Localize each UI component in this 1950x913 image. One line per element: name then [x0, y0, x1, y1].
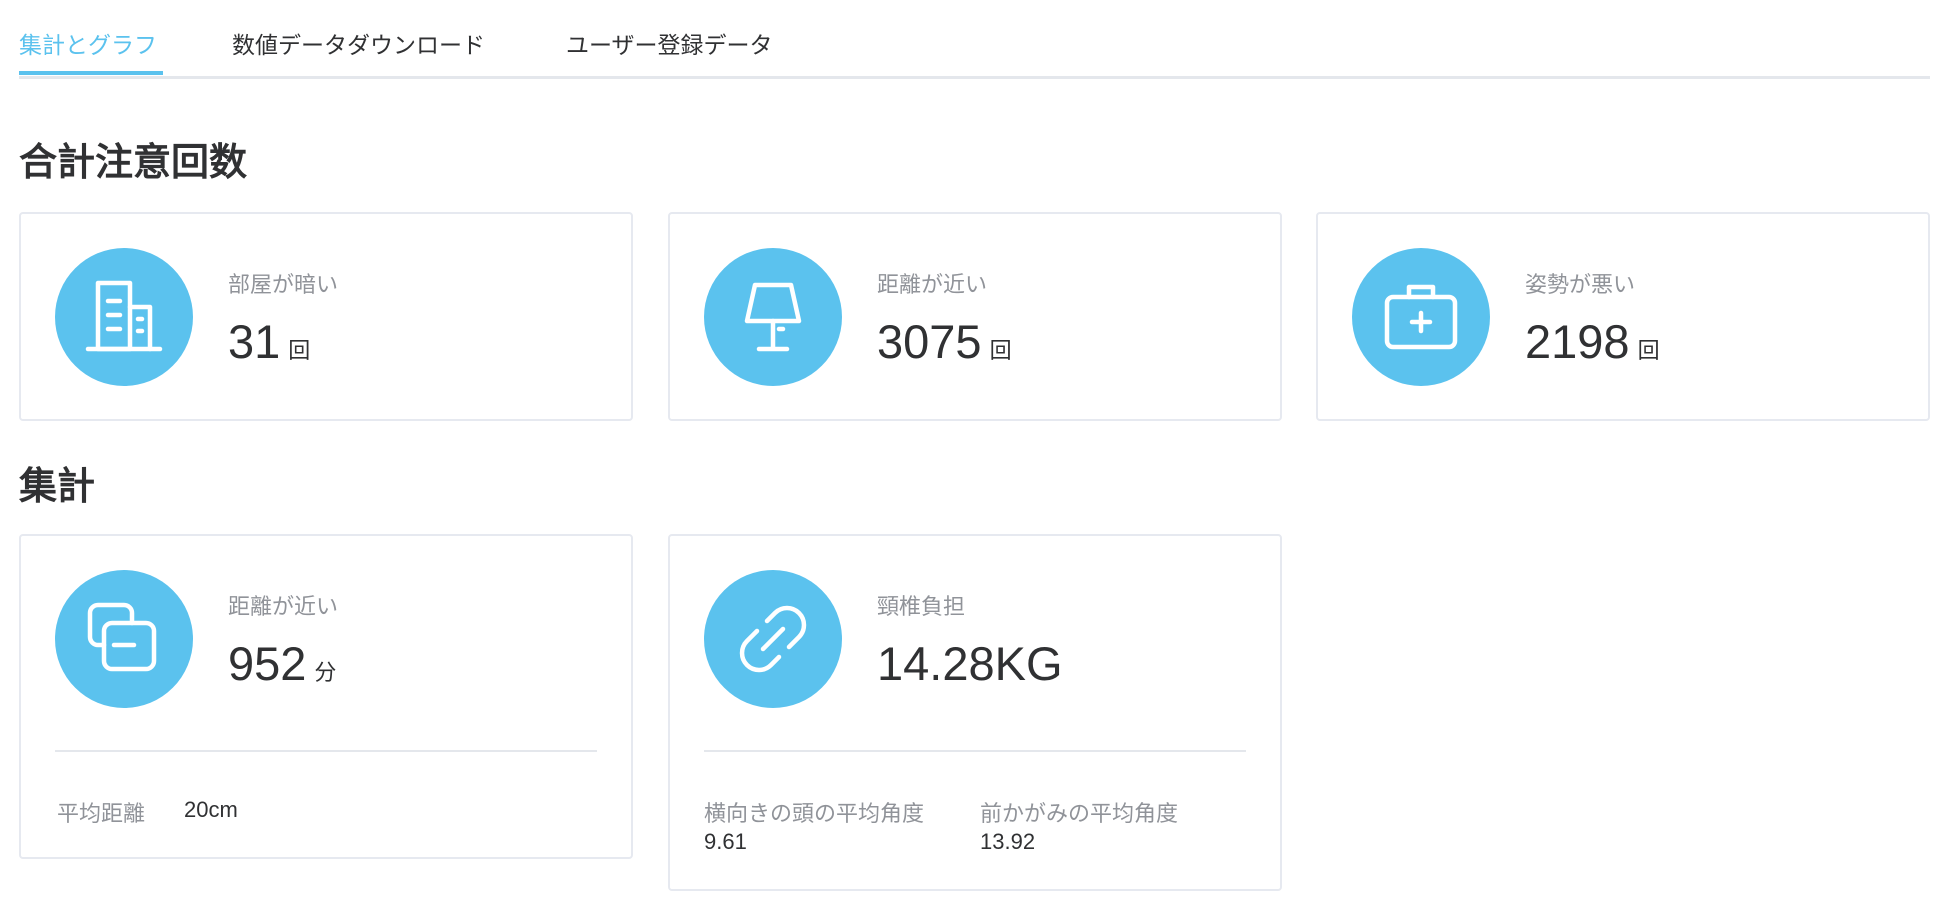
stat-value: 2198 回: [1525, 314, 1660, 369]
stat-value: 952 分: [228, 636, 336, 691]
icon-circle: [704, 570, 842, 708]
stat-unit: 回: [288, 339, 311, 364]
section-title-total-warnings: 合計注意回数: [19, 140, 248, 184]
avg-distance-label: 平均距離: [57, 802, 146, 827]
tab-bar: 集計とグラフ 数値データダウンロード ユーザー登録データ: [19, 0, 1930, 79]
stat-label: 距離が近い: [877, 273, 988, 298]
tab-summary-graph[interactable]: 集計とグラフ: [19, 26, 157, 60]
tab-numeric-download[interactable]: 数値データダウンロード: [232, 26, 485, 60]
stat-card-close-distance: 距離が近い 3075 回: [668, 212, 1282, 421]
stat-value: 3075 回: [877, 314, 1012, 369]
stat-label: 部屋が暗い: [228, 273, 339, 298]
stat-card-dark-room: 部屋が暗い 31 回: [19, 212, 633, 421]
summary-card-neck-load: 頸椎負担 14.28KG 横向きの頭の平均角度 9.61 前かがみの平均角度 1…: [668, 534, 1282, 891]
stat-label: 頸椎負担: [877, 595, 966, 620]
stat-unit: 回: [1637, 339, 1660, 364]
overlap-squares-icon: [87, 602, 157, 672]
stat-number: 14.28KG: [877, 637, 1063, 690]
avg-side-head-angle-value: 9.61: [704, 829, 747, 854]
avg-forward-lean-angle-label: 前かがみの平均角度: [980, 802, 1179, 827]
stat-number: 31: [228, 315, 281, 368]
icon-circle: [55, 248, 193, 386]
avg-side-head-angle-label: 横向きの頭の平均角度: [704, 802, 925, 827]
stat-value: 31 回: [228, 314, 310, 369]
icon-circle: [1352, 248, 1490, 386]
building-icon: [85, 280, 163, 352]
first-aid-kit-icon: [1384, 284, 1458, 350]
divider: [704, 750, 1246, 752]
tab-user-registration[interactable]: ユーザー登録データ: [566, 26, 773, 60]
active-tab-indicator: [19, 71, 163, 75]
stat-card-bad-posture: 姿勢が悪い 2198 回: [1316, 212, 1930, 421]
stat-unit: 分: [314, 661, 337, 686]
divider: [55, 750, 597, 752]
stat-number: 3075: [877, 315, 982, 368]
section-title-summary: 集計: [19, 464, 96, 508]
stat-label: 姿勢が悪い: [1525, 273, 1636, 298]
lamp-icon: [744, 282, 802, 352]
stat-label: 距離が近い: [228, 595, 339, 620]
stat-value: 14.28KG: [877, 636, 1063, 691]
icon-circle: [55, 570, 193, 708]
stat-number: 952: [228, 637, 307, 690]
link-icon: [739, 605, 807, 673]
avg-distance-value: 20cm: [184, 797, 238, 822]
stat-number: 2198: [1525, 315, 1630, 368]
icon-circle: [704, 248, 842, 386]
stat-unit: 回: [989, 339, 1012, 364]
summary-card-close-distance: 距離が近い 952 分 平均距離 20cm: [19, 534, 633, 859]
avg-forward-lean-angle-value: 13.92: [980, 829, 1036, 854]
